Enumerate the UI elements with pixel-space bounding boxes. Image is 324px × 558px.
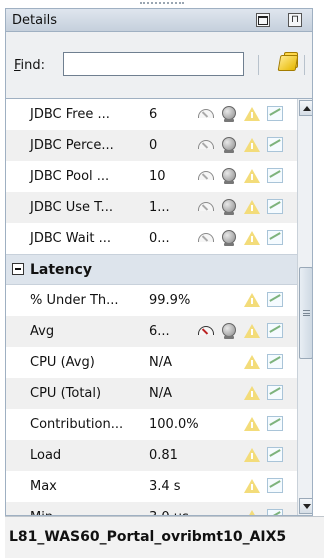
globe-icon[interactable] — [220, 105, 238, 123]
metric-name: JDBC Wait ... — [30, 231, 111, 246]
metric-value: 10 — [149, 169, 166, 184]
metric-name: JDBC Perce... — [30, 138, 114, 153]
graph-icon[interactable] — [266, 353, 284, 371]
metric-value: 6... — [149, 324, 170, 339]
graph-icon[interactable] — [266, 105, 284, 123]
folder-icon — [277, 55, 299, 71]
metric-name: CPU (Total) — [30, 386, 102, 401]
warning-icon[interactable] — [243, 105, 261, 123]
graph-icon[interactable] — [266, 415, 284, 433]
details-panel: Details ⊓ Find: JDBC Free ... 6 JDBC Perce… — [0, 0, 324, 558]
metric-name: Contribution... — [30, 417, 124, 432]
metric-name: JDBC Use T... — [30, 200, 113, 215]
metric-row[interactable]: % Under Th... 99.9% — [6, 285, 297, 316]
graph-icon[interactable] — [266, 291, 284, 309]
metric-value: N/A — [149, 386, 172, 401]
vertical-scrollbar[interactable] — [297, 99, 312, 515]
panel-header: Details ⊓ — [5, 8, 313, 32]
metric-row[interactable]: Avg 6... — [6, 316, 297, 347]
metric-row[interactable]: Load 0.81 — [6, 440, 297, 471]
warning-icon[interactable] — [243, 291, 261, 309]
metric-value: 6 — [149, 107, 158, 122]
gauge-icon[interactable] — [197, 167, 215, 185]
warning-icon[interactable] — [243, 384, 261, 402]
warning-icon[interactable] — [243, 198, 261, 216]
gauge-icon[interactable] — [197, 105, 215, 123]
globe-icon[interactable] — [220, 322, 238, 340]
footer-bar: L81_WAS60_Portal_ovribmt10_AIX5 — [5, 516, 324, 558]
metric-row[interactable]: Min3.0 µs — [6, 502, 297, 515]
metric-row[interactable]: JDBC Wait ... 0... — [6, 223, 297, 254]
toolbar-separator — [258, 55, 259, 75]
find-label: Find: — [14, 58, 46, 73]
warning-icon[interactable] — [243, 446, 261, 464]
graph-icon[interactable] — [266, 384, 284, 402]
warning-icon[interactable] — [243, 508, 261, 515]
metric-row[interactable]: JDBC Perce... 0 — [6, 130, 297, 161]
gauge-icon[interactable] — [197, 136, 215, 154]
metric-name: CPU (Avg) — [30, 355, 95, 370]
globe-icon[interactable] — [220, 167, 238, 185]
metric-name: Max — [30, 479, 57, 494]
metric-name: Load — [30, 448, 62, 463]
metric-row[interactable]: JDBC Pool ... 10 — [6, 161, 297, 192]
metric-value: 100.0% — [149, 417, 199, 432]
warning-icon[interactable] — [243, 136, 261, 154]
metrics-rows: JDBC Free ... 6 JDBC Perce... 0 JDBC Pool ..… — [6, 99, 297, 515]
metrics-list[interactable]: JDBC Free ... 6 JDBC Perce... 0 JDBC Pool ..… — [5, 98, 313, 516]
gauge-icon[interactable] — [197, 198, 215, 216]
metric-row[interactable]: CPU (Avg) N/A — [6, 347, 297, 378]
drag-grip[interactable] — [140, 2, 184, 6]
group-header-latency[interactable]: Latency — [6, 254, 297, 285]
metric-name: JDBC Free ... — [30, 107, 110, 122]
globe-icon[interactable] — [220, 136, 238, 154]
metric-value: 1... — [149, 200, 170, 215]
globe-icon[interactable] — [220, 229, 238, 247]
warning-icon[interactable] — [243, 167, 261, 185]
metric-value: N/A — [149, 355, 172, 370]
find-toolbar: Find: — [5, 32, 313, 98]
graph-icon[interactable] — [266, 198, 284, 216]
warning-icon[interactable] — [243, 229, 261, 247]
graph-icon[interactable] — [266, 229, 284, 247]
footer-node-name: L81_WAS60_Portal_ovribmt10_AIX5 — [9, 529, 287, 545]
metric-row[interactable]: JDBC Free ... 6 — [6, 99, 297, 130]
group-name: Latency — [30, 262, 92, 278]
find-input[interactable] — [63, 52, 244, 76]
warning-icon[interactable] — [243, 415, 261, 433]
gauge-icon[interactable] — [197, 322, 215, 340]
graph-icon[interactable] — [266, 508, 284, 515]
panel-title: Details — [12, 12, 58, 28]
metric-name: % Under Th... — [30, 293, 119, 308]
warning-icon[interactable] — [243, 322, 261, 340]
scroll-down-icon[interactable] — [299, 498, 312, 514]
toolbar-separator — [304, 55, 305, 75]
graph-icon[interactable] — [266, 322, 284, 340]
metric-row[interactable]: Contribution... 100.0% — [6, 409, 297, 440]
metric-name: JDBC Pool ... — [30, 169, 110, 184]
warning-icon[interactable] — [243, 477, 261, 495]
metric-row[interactable]: JDBC Use T... 1... — [6, 192, 297, 223]
metric-name: Avg — [30, 324, 55, 339]
minimize-icon[interactable] — [256, 13, 270, 27]
graph-icon[interactable] — [266, 446, 284, 464]
globe-icon[interactable] — [220, 198, 238, 216]
metric-row[interactable]: CPU (Total) N/A — [6, 378, 297, 409]
metric-value: 0 — [149, 138, 158, 153]
metric-value: 0... — [149, 231, 170, 246]
gauge-icon[interactable] — [197, 229, 215, 247]
metric-value: 3.4 s — [149, 479, 181, 494]
pin-icon[interactable]: ⊓ — [288, 13, 302, 27]
graph-icon[interactable] — [266, 136, 284, 154]
scroll-up-icon[interactable] — [299, 100, 312, 116]
metric-value: 0.81 — [149, 448, 178, 463]
metric-value: 99.9% — [149, 293, 191, 308]
warning-icon[interactable] — [243, 353, 261, 371]
graph-icon[interactable] — [266, 167, 284, 185]
metric-row[interactable]: Max 3.4 s — [6, 471, 297, 502]
open-folder-button[interactable] — [276, 50, 302, 76]
graph-icon[interactable] — [266, 477, 284, 495]
collapse-icon[interactable] — [12, 263, 24, 275]
scrollbar-thumb[interactable] — [299, 267, 312, 359]
